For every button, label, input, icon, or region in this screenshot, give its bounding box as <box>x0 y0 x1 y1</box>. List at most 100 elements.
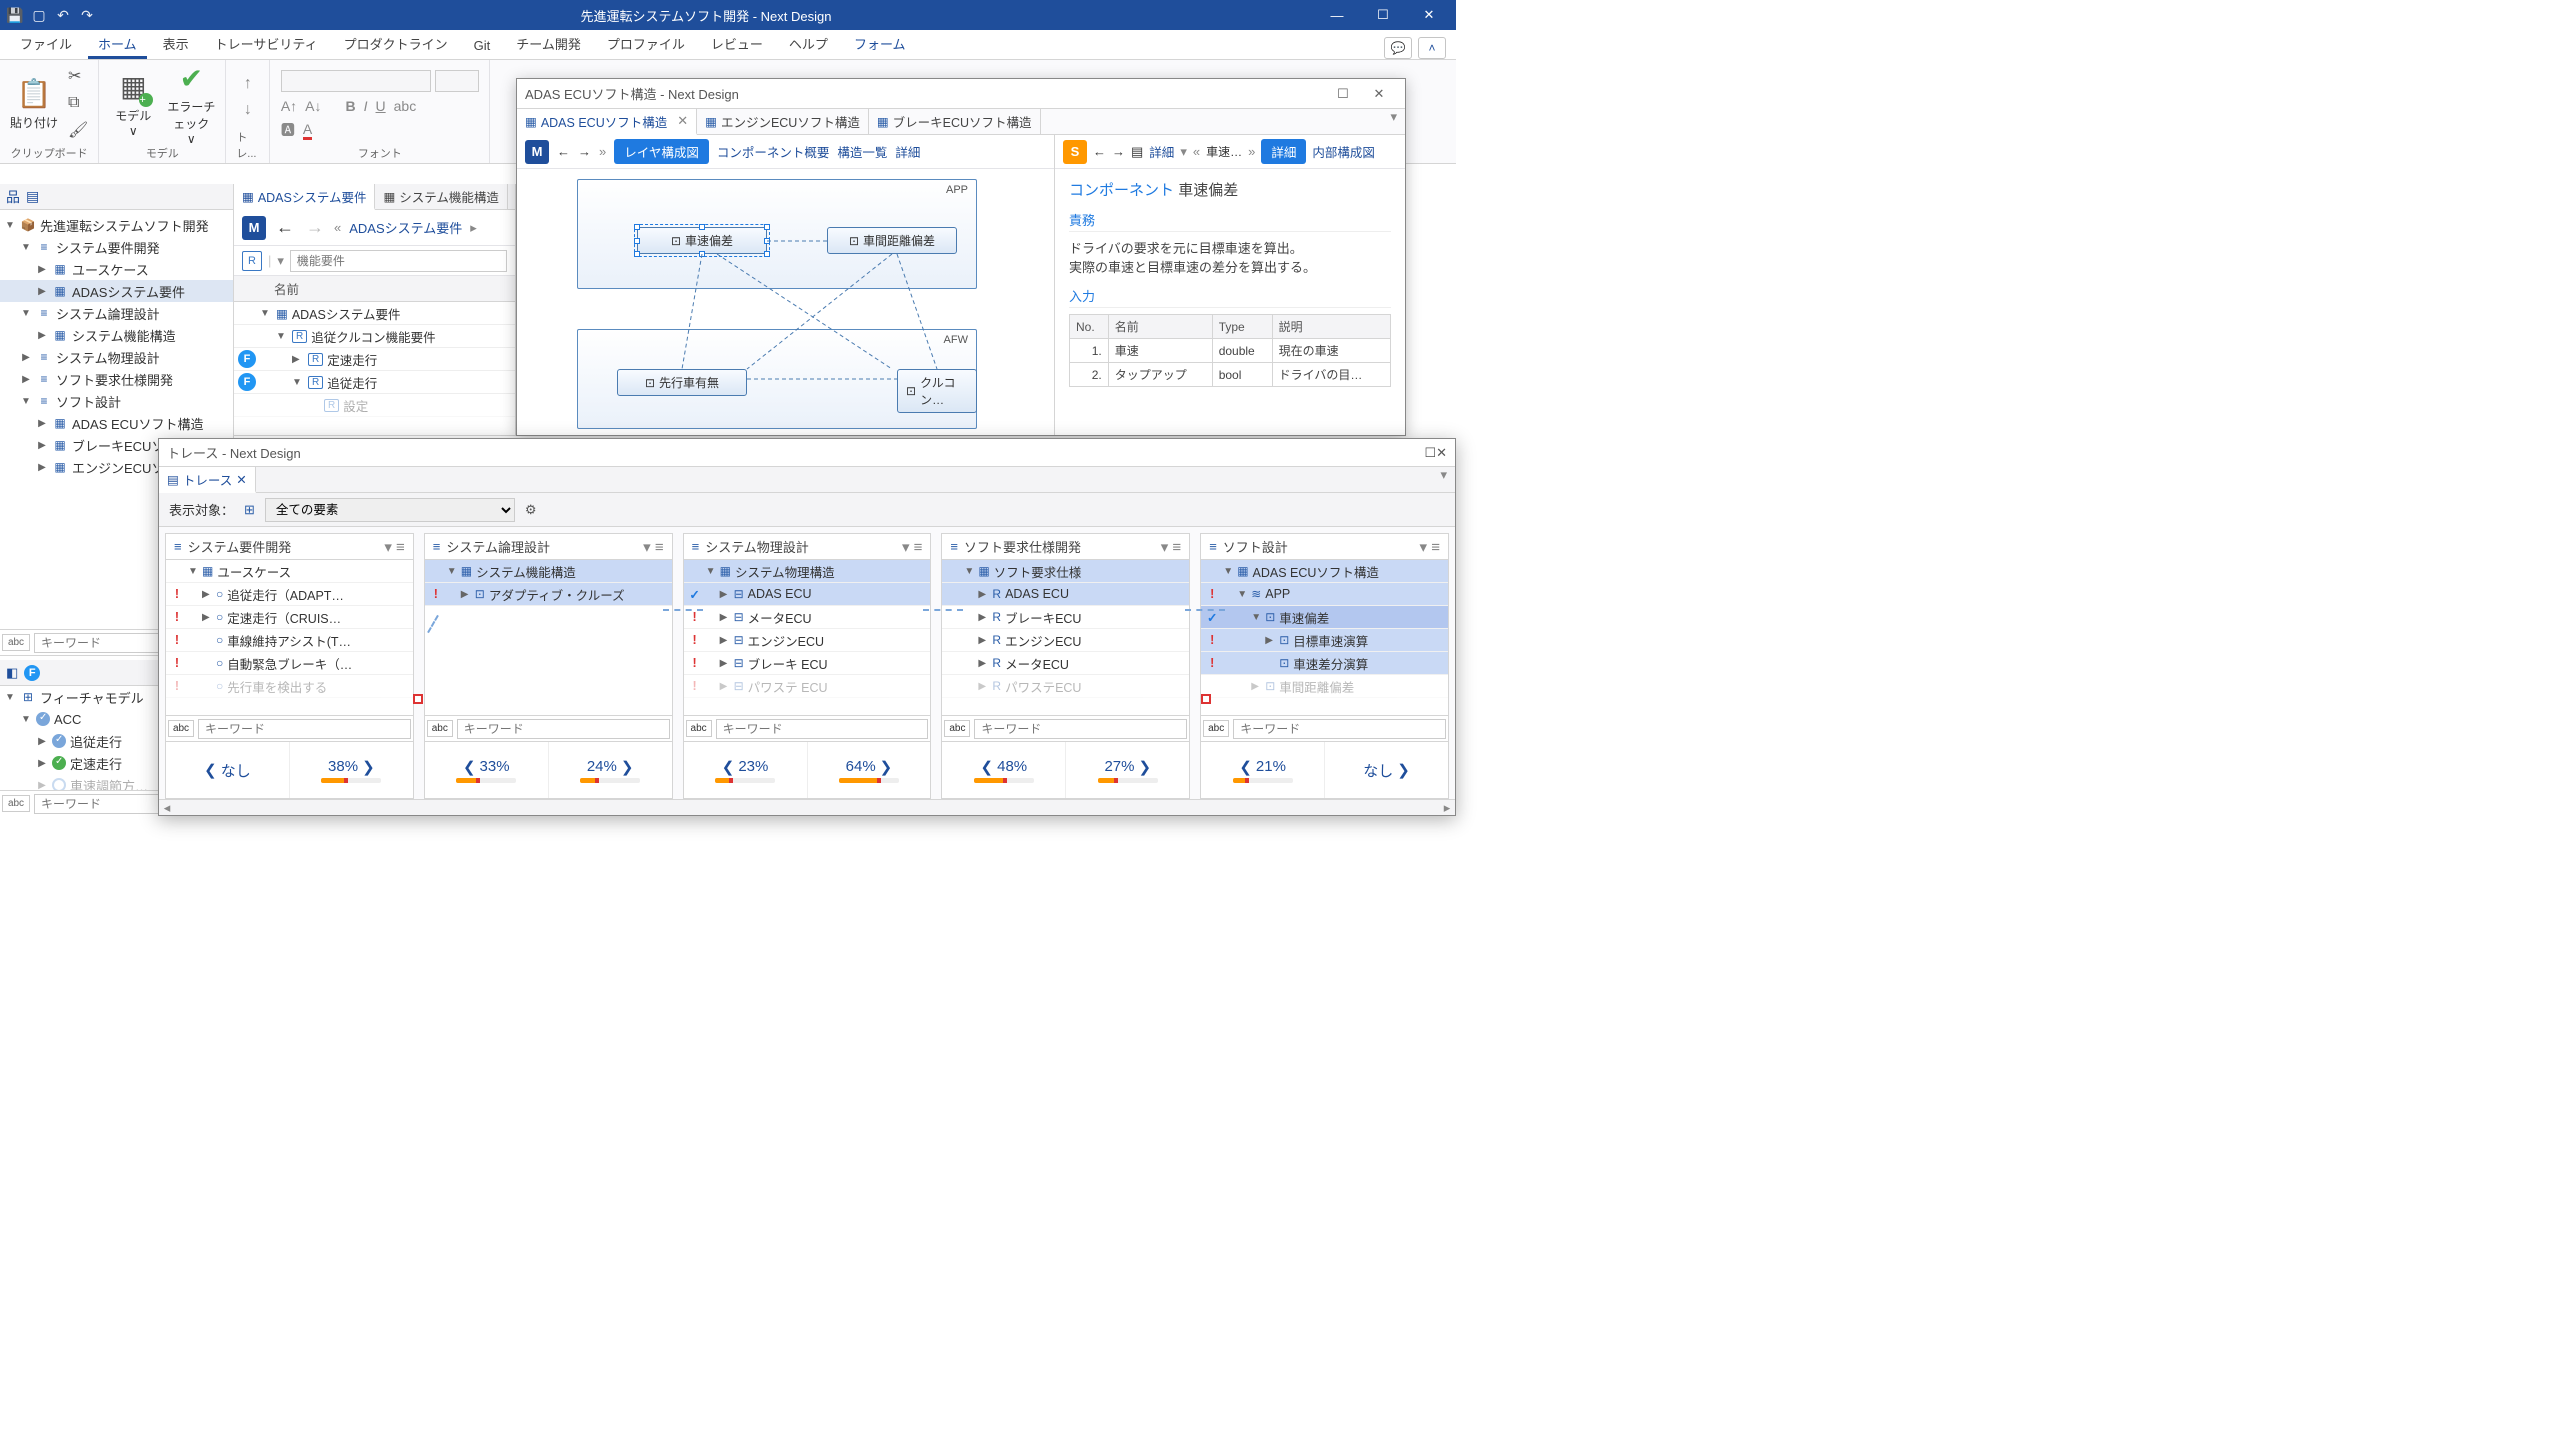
decrease-font-icon[interactable]: A↓ <box>305 98 321 114</box>
grid-row[interactable]: ▼R追従クルコン機能要件 <box>234 325 515 348</box>
trace-left-metric[interactable]: ❮ 23% <box>684 742 808 798</box>
bold-icon[interactable]: B <box>346 98 356 114</box>
trace-row[interactable]: ▶RブレーキECU <box>942 606 1189 629</box>
trace-row[interactable]: !▶○定速走行（CRUIS… <box>166 606 413 629</box>
trace-column-search[interactable] <box>1233 719 1446 739</box>
tree-row[interactable]: ▶▦ユースケース <box>0 258 233 280</box>
trace-tab[interactable]: ▤ トレース ✕ <box>159 467 256 493</box>
diagram-canvas[interactable]: APP ⊡車速偏差 ⊡車間距離偏差 AFW ⊡先行車有無 <box>517 169 1054 435</box>
trace-row[interactable]: ▶RADAS ECU <box>942 583 1189 606</box>
grid-row[interactable]: ▼▦ADASシステム要件 <box>234 302 515 325</box>
trace-right-metric[interactable]: 64% ❯ <box>808 742 931 798</box>
document-tab[interactable]: ▦システム機能構造 <box>375 184 507 209</box>
detail-back-button[interactable]: ← <box>1093 144 1106 159</box>
trace-row[interactable]: !▶⊟メータECU <box>684 606 931 629</box>
detail-view-icon[interactable]: ▤ <box>1131 144 1143 160</box>
trace-left-metric[interactable]: ❮ 33% <box>425 742 549 798</box>
trace-row[interactable]: !⊡車速差分演算 <box>1201 652 1448 675</box>
column-menu-icon[interactable]: ▾ ≡ <box>384 538 404 556</box>
grid-row[interactable]: F▼R追従走行 <box>234 371 515 394</box>
r-filter-chip[interactable]: R <box>242 251 262 271</box>
trace-row[interactable]: ✓▶⊟ADAS ECU <box>684 583 931 606</box>
speech-bubble-icon[interactable]: 💬 <box>1384 37 1412 59</box>
tree-row[interactable]: ▼≡システム要件開発 <box>0 236 233 258</box>
filter-input[interactable] <box>290 250 507 272</box>
diagram-view-pill[interactable]: レイヤ構成図 <box>614 139 709 164</box>
trace-column-search[interactable] <box>716 719 929 739</box>
trace-right-metric[interactable]: 27% ❯ <box>1066 742 1189 798</box>
save-icon[interactable]: 💾 <box>4 4 26 26</box>
ribbon-tab[interactable]: レビュー <box>701 28 773 59</box>
underline-icon[interactable]: U <box>376 98 386 114</box>
feature-search-abc-icon[interactable]: abc <box>2 795 30 812</box>
trace-column-search[interactable] <box>974 719 1187 739</box>
model-button[interactable]: ▦+ モデル ∨ <box>109 69 157 138</box>
collapse-ribbon-icon[interactable]: ˄ <box>1418 37 1446 59</box>
tab-close-icon[interactable]: ✕ <box>677 113 688 129</box>
ribbon-tab[interactable]: プロダクトライン <box>334 28 458 59</box>
trace-row[interactable]: !▼≋APP <box>1201 583 1448 606</box>
tree-row[interactable]: ▼📦先進運転システムソフト開発 <box>0 214 233 236</box>
ribbon-tab[interactable]: ファイル <box>10 28 82 59</box>
trace-right-metric[interactable]: なし ❯ <box>1325 742 1448 798</box>
structure-maximize-button[interactable]: ☐ <box>1325 86 1361 102</box>
node-front-vehicle[interactable]: ⊡先行車有無 <box>617 369 747 396</box>
tree-row[interactable]: ▶▦ADASシステム要件 <box>0 280 233 302</box>
trace-left-metric[interactable]: ❮ なし <box>166 742 290 798</box>
structure-tab[interactable]: ▦エンジンECUソフト構造 <box>697 109 869 134</box>
diagram-back-button[interactable]: ← <box>557 144 570 159</box>
detail-crumb[interactable]: 車速… <box>1206 143 1242 160</box>
document-tab[interactable]: ▦ADASシステム要件 <box>234 184 375 210</box>
trace-row[interactable]: ▶RエンジンECU <box>942 629 1189 652</box>
trace-filter-select[interactable]: 全ての要素 <box>265 498 515 522</box>
structure-close-button[interactable]: ✕ <box>1361 86 1397 102</box>
trace-right-metric[interactable]: 24% ❯ <box>549 742 672 798</box>
ribbon-tab[interactable]: ホーム <box>88 28 147 59</box>
ribbon-tab[interactable]: フォーム <box>844 28 916 59</box>
trace-left-metric[interactable]: ❮ 21% <box>1201 742 1325 798</box>
node-distance-deviation[interactable]: ⊡車間距離偏差 <box>827 227 957 254</box>
column-menu-icon[interactable]: ▾ ≡ <box>643 538 663 556</box>
trace-row[interactable]: !▶⊟ブレーキ ECU <box>684 652 931 675</box>
diagram-forward-button[interactable]: → <box>578 144 591 159</box>
ribbon-tab[interactable]: チーム開発 <box>506 28 591 59</box>
trace-row[interactable]: ▶RパワステECU <box>942 675 1189 698</box>
column-menu-icon[interactable]: ▾ ≡ <box>1420 538 1440 556</box>
nav-link-detail[interactable]: 詳細 <box>895 142 920 161</box>
tree-toolbar-icon1[interactable]: 品 <box>6 187 20 207</box>
font-size-input[interactable] <box>435 70 479 92</box>
nav-link-list[interactable]: 構造一覧 <box>837 142 887 161</box>
node-cruise[interactable]: ⊡クルコン… <box>897 369 977 413</box>
ribbon-tab[interactable]: Git <box>464 32 501 59</box>
nav-link-overview[interactable]: コンポーネント概要 <box>717 142 830 161</box>
trace-left-metric[interactable]: ❮ 48% <box>942 742 1066 798</box>
format-painter-icon[interactable]: 🖌 <box>68 120 88 140</box>
trace-row[interactable]: ▼▦ユースケース <box>166 560 413 583</box>
tree-row[interactable]: ▶≡システム物理設計 <box>0 346 233 368</box>
search-abc-icon[interactable]: abc <box>2 634 30 651</box>
structure-tab[interactable]: ▦ADAS ECUソフト構造✕ <box>517 109 697 135</box>
feature-toolbar-icon[interactable]: ◧ <box>6 665 18 681</box>
grid-row[interactable]: R設定 <box>234 394 515 417</box>
tree-row[interactable]: ▼≡ソフト設計 <box>0 390 233 412</box>
paste-button[interactable]: 📋 貼り付け <box>10 76 58 131</box>
detail-forward-button[interactable]: → <box>1112 144 1125 159</box>
detail-internal-link[interactable]: 内部構成図 <box>1312 142 1375 161</box>
maximize-button[interactable]: ☐ <box>1360 0 1406 30</box>
close-button[interactable]: ✕ <box>1406 0 1452 30</box>
trace-row[interactable]: ▼▦システム物理構造 <box>684 560 931 583</box>
strike-icon[interactable]: abc <box>394 98 417 114</box>
ribbon-tab[interactable]: プロファイル <box>597 28 695 59</box>
minimize-button[interactable]: — <box>1314 0 1360 30</box>
cut-icon[interactable]: ✂ <box>68 66 88 86</box>
requirements-grid[interactable]: ▼▦ADASシステム要件▼R追従クルコン機能要件F▶R定速走行F▼R追従走行R設… <box>234 302 515 417</box>
structure-tab[interactable]: ▦ブレーキECUソフト構造 <box>869 109 1041 134</box>
column-menu-icon[interactable]: ▾ ≡ <box>902 538 922 556</box>
font-color-icon[interactable]: A <box>303 121 312 140</box>
undo-icon[interactable]: ↶ <box>52 4 74 26</box>
trace-row[interactable]: !▶○追従走行（ADAPT… <box>166 583 413 606</box>
tree-row[interactable]: ▼≡システム論理設計 <box>0 302 233 324</box>
breadcrumb[interactable]: ADASシステム要件 <box>349 218 462 237</box>
trace-tab-menu[interactable]: ▾ <box>1432 467 1455 492</box>
redo-icon[interactable]: ↷ <box>76 4 98 26</box>
